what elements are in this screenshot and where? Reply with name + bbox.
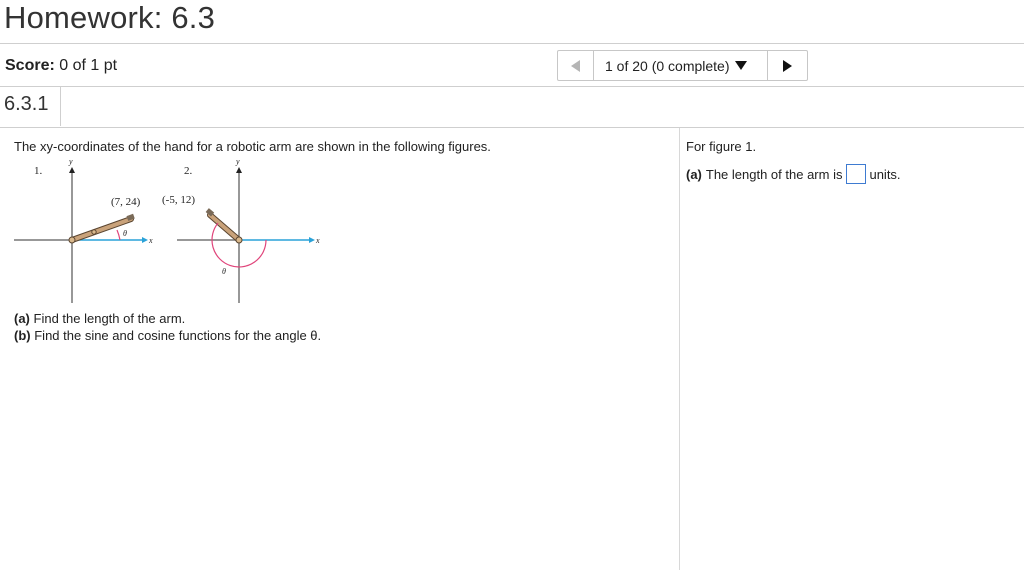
figure2-x-arrow [309, 237, 315, 243]
question-position-label: 1 of 20 (0 complete) [605, 57, 730, 74]
pane-divider [679, 128, 680, 570]
question-intro: The xy-coordinates of the hand for a rob… [14, 139, 491, 154]
part-b-text: Find the sine and cosine functions for t… [34, 328, 322, 343]
question-parts: (a) Find the length of the arm. (b) Find… [14, 310, 321, 344]
question-number: 6.3.1 [4, 93, 49, 115]
answer-row: (a) The length of the arm is units. [686, 164, 1016, 184]
figure2-x-label: x [315, 236, 320, 245]
answer-units: units. [869, 166, 901, 182]
question-navigator: 1 of 20 (0 complete) [557, 50, 808, 81]
figure2-point-label: (-5, 12) [162, 194, 195, 206]
answer-figure-heading: For figure 1. [686, 139, 757, 154]
figure1-elbow-joint [91, 229, 97, 235]
answer-pane: For figure 1. (a) The length of the arm … [686, 138, 1016, 184]
answer-part-label: (a) [686, 166, 702, 182]
figure1-x-label: x [148, 236, 153, 245]
figure1-point-label: (7, 24) [111, 196, 141, 208]
score-divider [0, 86, 1024, 87]
question-position-dropdown[interactable]: 1 of 20 (0 complete) [594, 51, 768, 80]
figure1-theta-label: θ [123, 229, 127, 238]
answer-prompt: The length of the arm is [705, 166, 843, 182]
next-question-button[interactable] [768, 51, 807, 80]
figure1-x-arrow [142, 237, 148, 243]
part-b-label: (b) [14, 328, 31, 343]
triangle-left-icon [571, 59, 580, 72]
question-pane: The xy-coordinates of the hand for a rob… [14, 138, 664, 343]
caret-down-icon [734, 61, 747, 70]
figure1-y-label: y [68, 157, 73, 166]
part-a-line: (a) Find the length of the arm. [14, 310, 321, 327]
score-label: Score: [5, 57, 55, 74]
figure2-theta-label: θ [222, 267, 226, 276]
part-a-text: Find the length of the arm. [33, 311, 186, 326]
figure1-label: 1. [34, 165, 43, 177]
figure2-label: 2. [184, 165, 193, 177]
question-number-separator [60, 86, 61, 126]
part-a-label: (a) [14, 311, 30, 326]
figure1-base-joint [68, 236, 76, 244]
figure1-y-arrow [69, 167, 75, 173]
part-b-line: (b) Find the sine and cosine functions f… [14, 327, 321, 344]
homework-title: Homework: 6.3 [4, 0, 216, 35]
figure2-y-arrow [236, 167, 242, 173]
triangle-right-icon [783, 59, 792, 72]
score-display: Score: 0 of 1 pt [5, 56, 117, 76]
robotic-arm-figure: 1. y x θ (7, 24) 2. y x θ (-5, 12) [14, 157, 320, 303]
header-divider [0, 43, 1024, 44]
figure2-base-joint [235, 236, 243, 244]
arm-length-input[interactable] [846, 164, 867, 184]
figure2-y-label: y [235, 157, 240, 166]
figure1-angle-arc [116, 229, 121, 241]
score-value: 0 of 1 pt [59, 57, 118, 74]
question-divider [0, 127, 1024, 128]
previous-question-button[interactable] [558, 51, 594, 80]
